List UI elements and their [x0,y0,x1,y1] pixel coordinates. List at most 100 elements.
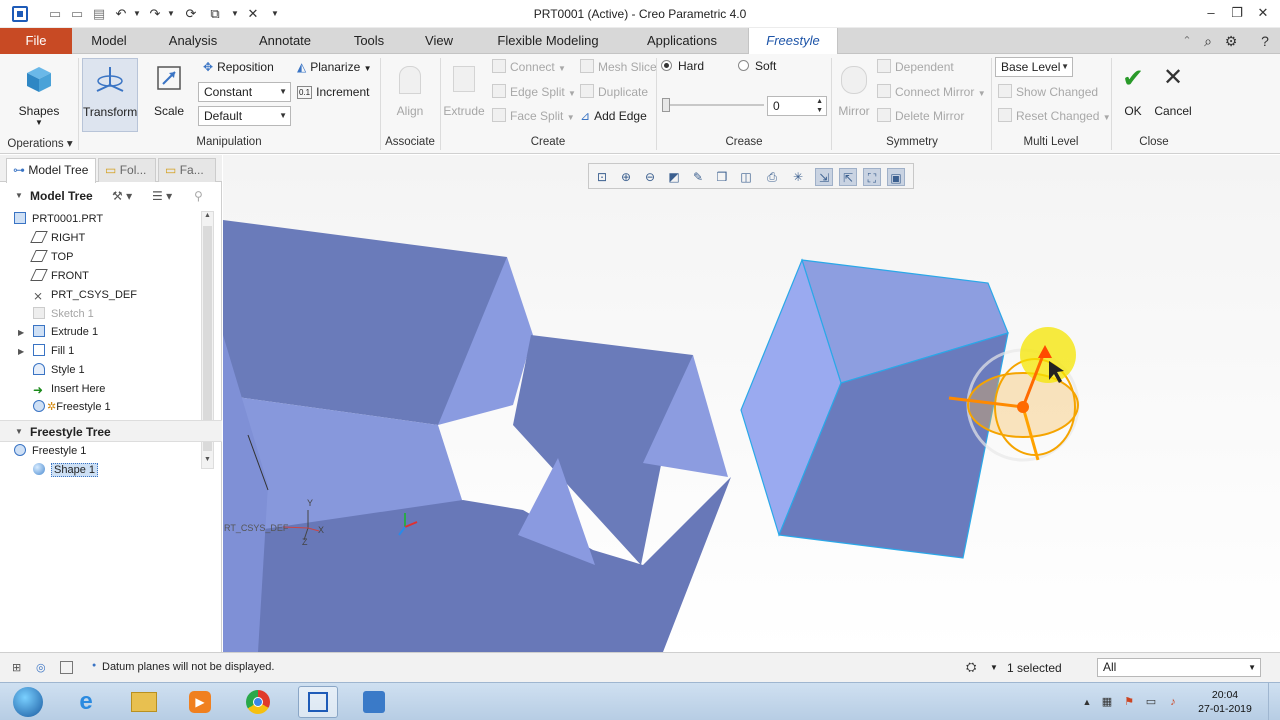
selection-filter[interactable]: All ▼ [1097,658,1261,677]
tree-item-right[interactable]: RIGHT [30,229,85,247]
search-icon[interactable]: ⌕ [1199,32,1217,50]
tree-item-top[interactable]: TOP [30,248,73,266]
settings-icon[interactable]: ⚙ [1222,32,1240,50]
crease-slider-handle[interactable] [662,98,670,112]
taskbar-creo[interactable] [298,686,338,718]
reposition-button[interactable]: ✥ Reposition [203,57,274,77]
tab-model[interactable]: Model [78,28,140,54]
taskbar-explorer[interactable] [124,686,164,718]
tree-item-freestyle[interactable]: ✲Freestyle 1 [33,398,111,416]
expand-extrude-icon[interactable]: ▶ [18,328,24,337]
tray-security-icon[interactable]: ⚑ [1122,695,1136,709]
delete-mirror-button[interactable]: Delete Mirror [877,106,964,126]
zoom-in-icon[interactable]: ⊕ [617,168,635,186]
crease-slider-track[interactable] [664,104,764,106]
tree-item-fill[interactable]: Fill 1 [33,342,74,360]
mirror-button[interactable]: Mirror [828,58,880,130]
tab-model-tree[interactable]: ⊶ Model Tree [6,158,96,183]
base-level-select[interactable]: Base Level ▼ [995,57,1073,77]
model-graphics[interactable] [223,155,1280,652]
datum-display-icon[interactable]: ✳ [789,168,807,186]
tab-folder-browser[interactable]: ▭ Fol... [98,158,156,182]
mesh-slice-button[interactable]: Mesh Slice [580,57,657,77]
close-button[interactable]: ✕ [1252,4,1274,22]
face-split-button[interactable]: Face Split ▼ [492,106,575,126]
freestyle-tree-root[interactable]: Freestyle 1 [14,442,86,460]
perspective-icon[interactable]: ⎙ [763,168,781,186]
tree-item-part[interactable]: PRT0001.PRT [14,210,103,228]
hard-radio[interactable]: Hard [661,59,704,73]
show-desktop-button[interactable] [1268,683,1280,720]
tab-analysis[interactable]: Analysis [158,28,228,54]
scale-button[interactable]: Scale [143,58,195,130]
connect-button[interactable]: Connect ▼ [492,57,566,77]
default-select[interactable]: Default ▼ [198,106,291,126]
browser-toggle-icon[interactable]: ◎ [36,661,52,675]
repaint-icon[interactable]: ◩ [665,168,683,186]
operations-group-label[interactable]: Operations ▾ [4,136,76,150]
tree-item-sketch[interactable]: Sketch 1 [33,305,94,323]
tab-file[interactable]: File [0,28,72,54]
mesh-display-icon[interactable]: ▣ [887,168,905,186]
shapes-button[interactable]: Shapes ▼ [13,58,65,130]
tree-item-insert-here[interactable]: ➜ Insert Here [33,380,105,398]
tab-view[interactable]: View [414,28,464,54]
tree-item-style[interactable]: Style 1 [33,361,85,379]
collapse-ribbon-icon[interactable]: ⌃ [1178,32,1196,50]
refit-icon[interactable]: ⊡ [593,168,611,186]
full-screen-icon[interactable] [60,661,73,674]
graphics-window[interactable]: RT_CSYS_DEF Y X Z ⊡ ⊕ ⊖ ◩ ✎ ❒ ◫ ⎙ ✳ ⇲ ⇱ … [223,155,1280,652]
add-edge-button[interactable]: ⊿ Add Edge [580,106,647,126]
constant-select[interactable]: Constant ▼ [198,82,291,102]
tab-freestyle[interactable]: Freestyle [748,28,838,55]
taskbar-media-player[interactable]: ▶ [180,686,220,718]
tray-display-icon[interactable]: ▭ [1144,695,1158,709]
tree-item-csys[interactable]: ⨯ PRT_CSYS_DEF [33,286,137,304]
tab-applications[interactable]: Applications [632,28,732,54]
display-style-icon[interactable]: ✎ [689,168,707,186]
show-changed-button[interactable]: Show Changed [998,82,1098,102]
tray-network-icon[interactable]: ▦ [1100,695,1114,709]
freestyle-tree-shape[interactable]: Shape 1 [33,461,98,479]
annotation-display-icon[interactable]: ⇱ [839,168,857,186]
taskbar-clock[interactable]: 20:04 27-01-2019 [1196,688,1254,716]
view-manager-icon[interactable]: ◫ [737,168,755,186]
tab-annotate[interactable]: Annotate [248,28,322,54]
start-button[interactable] [6,686,50,718]
tree-columns-icon[interactable]: ☰ ▾ [152,185,172,207]
tree-item-front[interactable]: FRONT [30,267,89,285]
ok-button[interactable]: ✔ OK [1113,58,1153,130]
planarize-button[interactable]: ◭ Planarize ▼ [297,57,372,77]
reset-changed-button[interactable]: Reset Changed ▼ [998,106,1111,126]
increment-button[interactable]: 0.1 Increment [297,82,369,102]
smart-select-icon[interactable]: ⛭ [966,659,976,675]
transform-button[interactable]: Transform [82,58,138,132]
tree-settings-icon[interactable]: ⚒ ▾ [112,185,132,207]
tab-flexible-modeling[interactable]: Flexible Modeling [484,28,612,54]
selection-count[interactable]: 1 selected [1007,661,1062,675]
duplicate-button[interactable]: Duplicate [580,82,648,102]
zoom-out-icon[interactable]: ⊖ [641,168,659,186]
smart-select-dropdown-icon[interactable]: ▼ [990,663,998,672]
extrude-button[interactable]: Extrude [438,58,490,130]
plane-display-icon[interactable]: ⛶ [863,168,881,186]
align-button[interactable]: Align [384,58,436,130]
taskbar-chrome[interactable] [238,686,278,718]
tab-tools[interactable]: Tools [342,28,396,54]
spin-center-icon[interactable]: ⇲ [815,168,833,186]
dependent-button[interactable]: Dependent [877,57,954,77]
saved-views-icon[interactable]: ❒ [713,168,731,186]
soft-radio[interactable]: Soft [738,59,776,73]
taskbar-internet-explorer[interactable]: e [66,686,106,718]
maximize-button[interactable]: ❐ [1226,4,1248,22]
tray-volume-icon[interactable]: ♪ [1166,695,1180,709]
crease-value-input[interactable]: 0 ▲ ▼ [767,96,827,116]
edge-split-button[interactable]: Edge Split ▼ [492,82,576,102]
tray-expand-icon[interactable]: ▲ [1080,695,1094,709]
taskbar-recorder[interactable] [354,686,394,718]
help-icon[interactable]: ? [1256,32,1274,50]
expand-fill-icon[interactable]: ▶ [18,347,24,356]
navigator-toggle-icon[interactable]: ⊞ [12,661,28,675]
connect-mirror-button[interactable]: Connect Mirror ▼ [877,82,986,102]
cancel-button[interactable]: ✕ Cancel [1152,58,1194,130]
